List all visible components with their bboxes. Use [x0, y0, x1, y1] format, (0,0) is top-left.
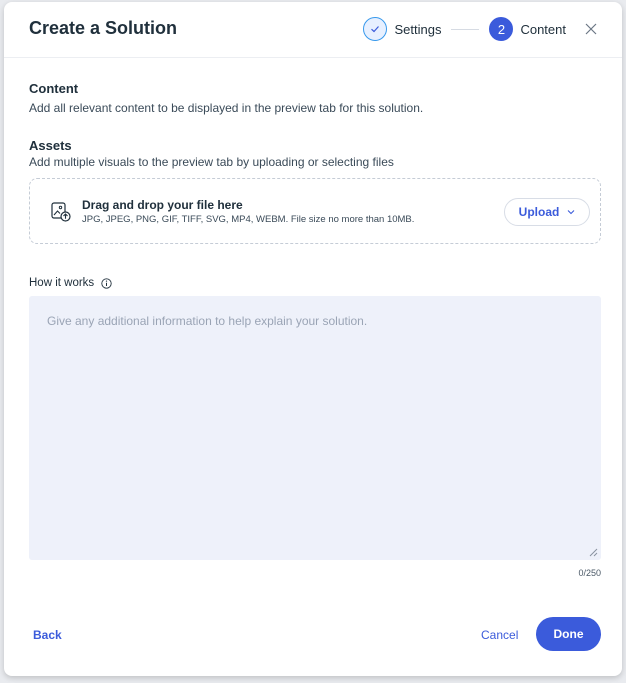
how-it-works-label: How it works: [29, 277, 95, 289]
content-section-description: Add all relevant content to be displayed…: [29, 101, 424, 115]
image-upload-icon: [50, 201, 72, 223]
close-icon[interactable]: [580, 18, 602, 40]
stepper: Settings 2 Content: [363, 15, 602, 43]
step-content-label[interactable]: Content: [520, 22, 566, 37]
file-dropzone[interactable]: Drag and drop your file here JPG, JPEG, …: [29, 178, 601, 244]
how-it-works-textarea[interactable]: [29, 296, 601, 560]
modal-title: Create a Solution: [29, 18, 178, 38]
done-button[interactable]: Done: [536, 617, 601, 651]
cancel-button[interactable]: Cancel: [481, 628, 518, 642]
upload-button[interactable]: Upload: [504, 198, 590, 226]
character-counter: 0/250: [578, 568, 601, 578]
upload-button-label: Upload: [518, 205, 560, 219]
chevron-down-icon: [567, 210, 575, 215]
assets-section-title: Assets: [29, 138, 72, 153]
assets-section-description: Add multiple visuals to the preview tab …: [29, 155, 394, 169]
back-button[interactable]: Back: [33, 628, 62, 642]
step-content-number[interactable]: 2: [489, 17, 514, 41]
how-it-works-label-row: How it works: [29, 277, 112, 289]
modal-header: Create a Solution Settings 2 Content: [4, 2, 622, 58]
info-icon[interactable]: [101, 277, 112, 289]
resize-handle-icon[interactable]: [588, 547, 598, 557]
step-connector: [451, 28, 480, 30]
content-section-title: Content: [29, 81, 79, 96]
dropzone-title: Drag and drop your file here: [82, 198, 243, 212]
create-solution-modal: Create a Solution Settings 2 Content Con…: [4, 2, 622, 676]
dropzone-subtitle: JPG, JPEG, PNG, GIF, TIFF, SVG, MP4, WEB…: [82, 214, 415, 225]
step-settings-label[interactable]: Settings: [394, 22, 441, 37]
step-settings-check-icon[interactable]: [363, 17, 388, 41]
